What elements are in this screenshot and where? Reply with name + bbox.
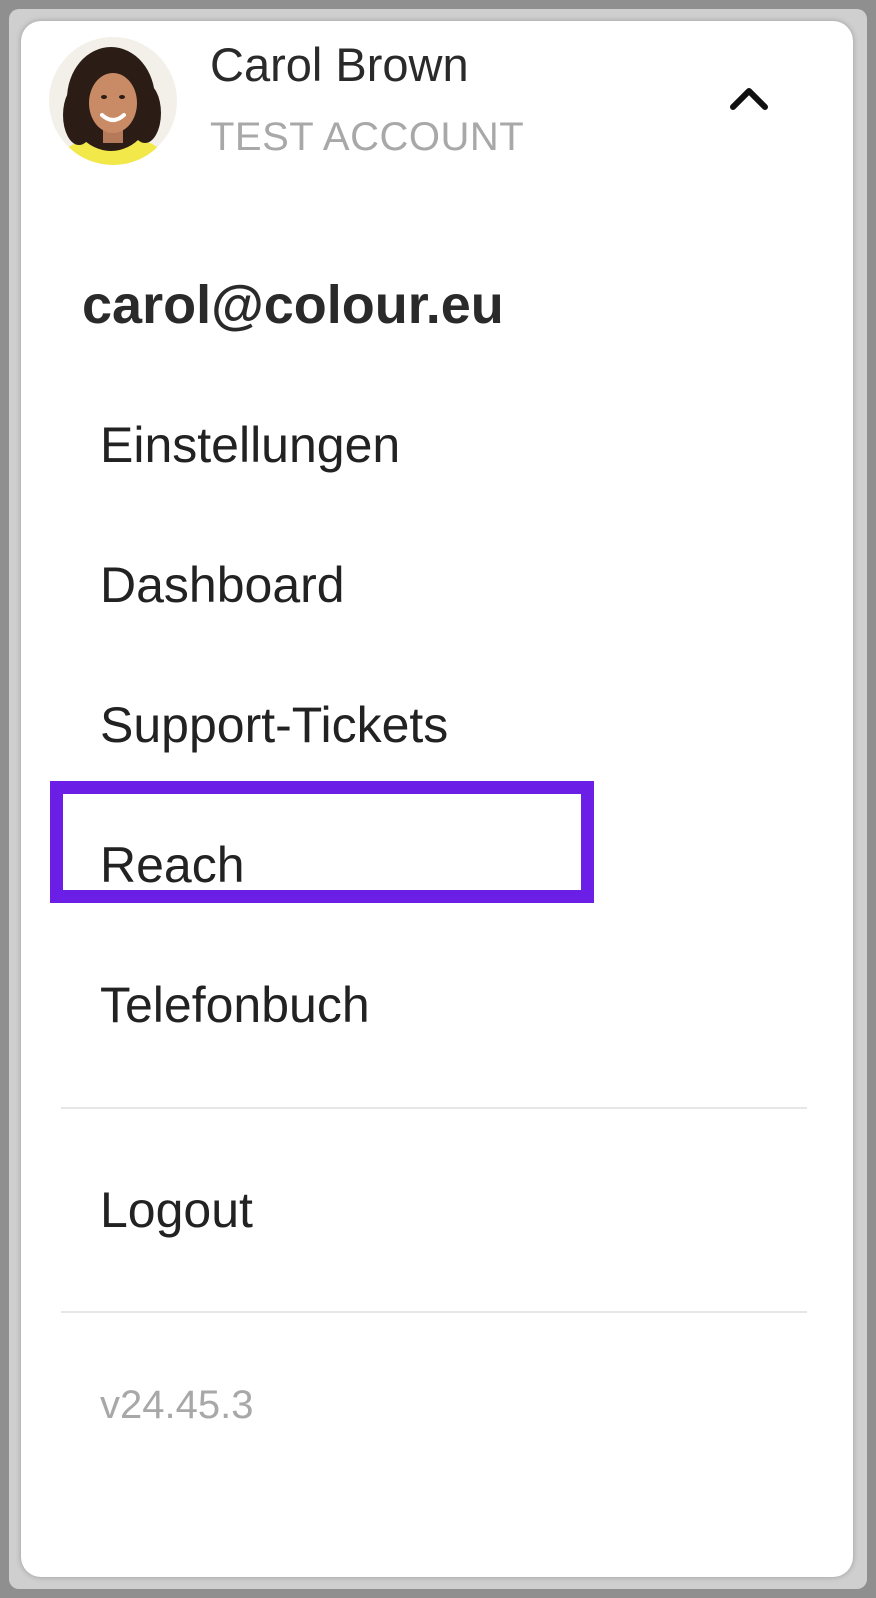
user-name: Carol Brown — [210, 38, 469, 91]
menu-divider — [61, 1311, 807, 1313]
chevron-up-icon[interactable] — [721, 71, 777, 127]
menu-item-einstellungen[interactable]: Einstellungen — [100, 416, 400, 474]
menu-item-reach[interactable]: Reach — [100, 836, 245, 894]
logout-button[interactable]: Logout — [100, 1181, 253, 1239]
account-header[interactable]: Carol Brown TEST ACCOUNT — [21, 21, 853, 191]
app-version: v24.45.3 — [100, 1383, 254, 1427]
menu-item-support-tickets[interactable]: Support-Tickets — [100, 696, 448, 754]
account-dropdown-menu: Carol Brown TEST ACCOUNT carol@colour.eu… — [21, 21, 853, 1577]
menu-item-dashboard[interactable]: Dashboard — [100, 556, 345, 614]
menu-divider — [61, 1107, 807, 1109]
avatar-image — [49, 37, 177, 165]
avatar — [49, 37, 177, 165]
account-type-label: TEST ACCOUNT — [210, 115, 525, 159]
user-email: carol@colour.eu — [82, 275, 504, 335]
menu-item-telefonbuch[interactable]: Telefonbuch — [100, 976, 370, 1034]
